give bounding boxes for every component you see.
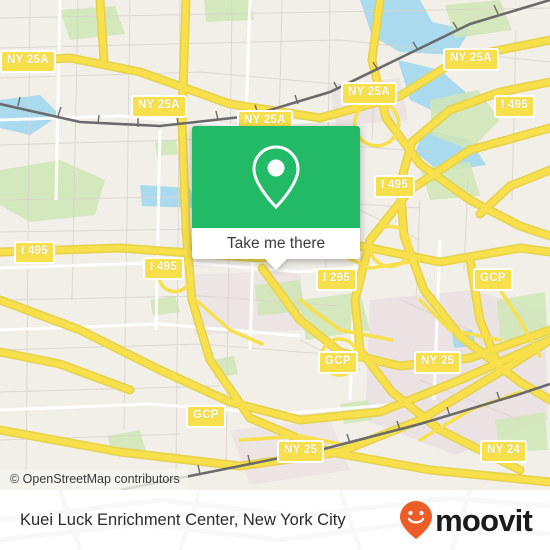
take-me-there-button[interactable]: Take me there — [192, 228, 360, 259]
highway-shield: I 495 — [143, 257, 185, 280]
highway-shield: GCP — [318, 351, 358, 374]
highway-shield: GCP — [186, 405, 226, 428]
moovit-wordmark: moovit — [435, 502, 533, 538]
highway-shield: NY 25 — [414, 351, 462, 374]
moovit-logo[interactable]: moovit — [399, 490, 533, 550]
footer-bar: Kuei Luck Enrichment Center, New York Ci… — [0, 490, 550, 550]
moovit-pin-smiley-icon — [400, 501, 433, 539]
popup-pin-panel — [192, 126, 360, 228]
page-title: Kuei Luck Enrichment Center, New York Ci… — [20, 510, 346, 529]
map-attribution[interactable]: © OpenStreetMap contributors — [0, 469, 188, 490]
highway-shield: NY 25A — [131, 95, 187, 118]
map-pin-icon — [252, 145, 300, 210]
highway-shield: NY 25A — [341, 82, 397, 105]
highway-shield: I 495 — [14, 241, 56, 264]
highway-shield: NY 25A — [0, 50, 56, 73]
highway-shield: NY 24 — [480, 440, 528, 463]
highway-shield: I 495 — [374, 175, 416, 198]
highway-shield: NY 25A — [443, 48, 499, 71]
highway-shield: I 295 — [316, 268, 358, 291]
highway-shield: GCP — [473, 268, 513, 291]
popup-tail-pointer — [265, 259, 287, 270]
moovit-map-screenshot: .rd { stroke:#f7e04b; fill:none; stroke-… — [0, 0, 550, 550]
highway-shield: NY 25 — [277, 440, 325, 463]
location-popup-card[interactable]: Take me there — [192, 126, 360, 270]
highway-shield: I 495 — [494, 95, 536, 118]
map-canvas[interactable]: .rd { stroke:#f7e04b; fill:none; stroke-… — [0, 0, 550, 490]
take-me-there-label: Take me there — [226, 234, 326, 252]
